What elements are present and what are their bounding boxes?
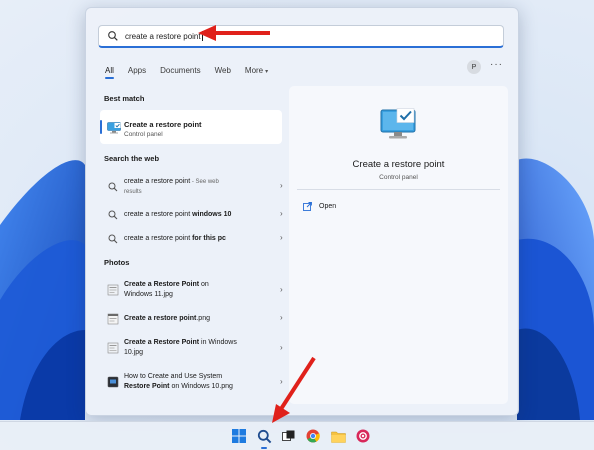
file-explorer-button[interactable] [330, 428, 346, 444]
best-match-subtitle: Control panel [124, 131, 163, 138]
chevron-right-icon: › [280, 377, 283, 386]
photo-result-text-2: on Windows 10.png [169, 383, 233, 390]
web-result-item[interactable]: create a restore point windows 10 › [100, 208, 283, 222]
photo-result-item[interactable]: Create a Restore Point on Windows 11.jpg … [100, 278, 283, 302]
search-input[interactable]: create a restore point [98, 25, 504, 48]
chevron-right-icon: › [280, 285, 283, 294]
photo-result-bold-text: Create a Restore Point [124, 281, 200, 288]
photo-result-label: Create a Restore Point in Windows 10.jpg [124, 338, 264, 358]
web-result-bold-text: for this pc [192, 235, 226, 242]
chevron-right-icon: › [280, 209, 283, 218]
windows-start-button[interactable] [231, 428, 247, 444]
web-result-text: create a restore point [124, 178, 191, 185]
search-panel: create a restore point All Apps Document… [85, 7, 519, 416]
web-result-bold-text: windows 10 [192, 211, 232, 218]
search-web-heading: Search the web [104, 154, 160, 163]
selection-indicator [100, 120, 102, 134]
divider [297, 189, 500, 190]
photo-result-item[interactable]: Create a Restore Point in Windows 10.jpg … [100, 336, 283, 360]
photo-result-text: .png [196, 315, 210, 322]
photo-result-bold-text: Restore Point [124, 383, 170, 390]
tab-documents[interactable]: Documents [160, 66, 200, 75]
web-result-text: create a restore point [124, 211, 193, 218]
search-icon [107, 30, 119, 42]
photo-result-bold-text: Create a Restore Point [124, 339, 200, 346]
folder-icon [330, 431, 346, 443]
chevron-right-icon: › [280, 233, 283, 242]
photo-result-text-2: 10.jpg [124, 349, 144, 356]
chevron-down-icon: ▾ [265, 68, 269, 75]
control-panel-restore-icon [380, 108, 416, 139]
taskbar-search-button[interactable] [256, 428, 272, 444]
app-icon [356, 429, 370, 443]
best-match-title: Create a restore point [124, 120, 202, 129]
photo-result-item[interactable]: Create a restore point.png › [100, 312, 283, 326]
detail-subtitle: Control panel [379, 174, 418, 181]
photo-result-label: How to Create and Use System Restore Poin… [124, 372, 264, 392]
tab-more[interactable]: More ▾ [245, 66, 268, 75]
tab-apps[interactable]: Apps [128, 66, 146, 75]
chevron-right-icon: › [280, 181, 283, 190]
open-action[interactable]: Open [303, 202, 336, 211]
web-result-item[interactable]: create a restore point for this pc › [100, 232, 283, 246]
photo-result-bold-text: Create a restore point [124, 315, 197, 322]
filter-tabs: All Apps Documents Web More ▾ [105, 63, 282, 79]
task-view-button[interactable] [280, 428, 296, 444]
photo-result-text: How to Create and Use System [124, 373, 223, 380]
image-file-icon [107, 342, 119, 354]
chrome-icon [306, 429, 320, 443]
open-label: Open [319, 203, 337, 210]
search-icon [108, 234, 118, 244]
result-detail-pane: Create a restore point Control panel Ope… [289, 86, 508, 404]
taskbar [0, 421, 594, 450]
tab-web[interactable]: Web [215, 66, 231, 75]
more-options-button[interactable]: ··· [490, 59, 503, 70]
web-result-item[interactable]: create a restore point - See web results … [100, 176, 283, 198]
image-file-icon [107, 313, 119, 325]
text-caret [201, 31, 203, 41]
desktop: create a restore point All Apps Document… [0, 0, 594, 450]
photos-heading: Photos [104, 258, 130, 267]
photo-result-label: Create a restore point.png [124, 314, 264, 324]
web-result-hint-2: results [124, 189, 142, 195]
image-file-icon [107, 284, 119, 296]
photo-result-text: in Windows [199, 339, 237, 346]
search-icon [257, 429, 271, 443]
photo-result-item[interactable]: How to Create and Use System Restore Poin… [100, 370, 283, 394]
chevron-right-icon: › [280, 313, 283, 322]
web-result-label: create a restore point for this pc [124, 234, 264, 244]
photo-result-text-2: Windows 11.jpg [124, 291, 173, 298]
photo-result-text: on [199, 281, 209, 288]
pinned-app-button[interactable] [355, 428, 371, 444]
web-result-label: create a restore point windows 10 [124, 210, 264, 220]
account-avatar[interactable]: P [467, 60, 481, 74]
open-external-icon [303, 202, 312, 211]
chrome-button[interactable] [305, 428, 321, 444]
search-icon [108, 210, 118, 220]
search-icon [108, 182, 118, 192]
search-query-text[interactable]: create a restore point [125, 32, 201, 41]
chevron-right-icon: › [280, 343, 283, 352]
web-result-label: create a restore point - See web results [124, 177, 264, 197]
best-match-heading: Best match [104, 94, 145, 103]
detail-title: Create a restore point [352, 159, 445, 170]
windows-logo-icon [232, 429, 246, 443]
image-file-icon [107, 376, 119, 388]
control-panel-restore-icon [107, 122, 121, 134]
task-view-icon [281, 430, 294, 441]
photo-result-label: Create a Restore Point on Windows 11.jpg [124, 280, 264, 300]
web-result-hint: - See web [190, 179, 219, 185]
active-indicator [261, 447, 267, 449]
web-result-text: create a restore point [124, 235, 193, 242]
best-match-item[interactable]: Create a restore point Control panel [100, 110, 282, 144]
tab-more-label: More [244, 65, 264, 75]
tab-all[interactable]: All [105, 66, 114, 79]
